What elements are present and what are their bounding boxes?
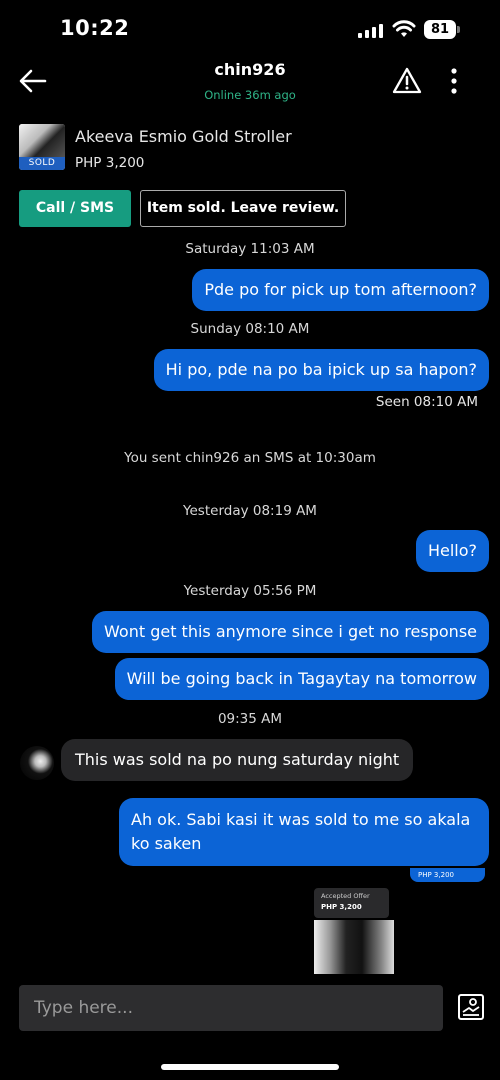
accepted-offer-card[interactable]: Accepted Offer PHP 3,200 [314, 888, 389, 918]
listing-summary[interactable]: SOLD Akeeva Esmio Gold Stroller PHP 3,20… [19, 124, 489, 174]
timestamp-label: 09:35 AM [217, 711, 283, 727]
timestamp-label: Yesterday 08:19 AM [183, 503, 317, 519]
online-status: Online 36m ago [204, 88, 296, 102]
listing-price: PHP 3,200 [75, 155, 145, 171]
message-composer [19, 985, 443, 1031]
message-input[interactable] [19, 985, 443, 1031]
leave-review-button[interactable]: Item sold. Leave review. [140, 190, 346, 227]
call-sms-button[interactable]: Call / SMS [19, 190, 131, 227]
outgoing-message[interactable]: Will be going back in Tagaytay na tomorr… [114, 658, 489, 700]
warning-triangle-icon[interactable] [392, 66, 422, 96]
outgoing-message[interactable]: Hi po, pde na po ba ipick up sa hapon? [153, 349, 489, 391]
outgoing-message[interactable]: Pde po for pick up tom afternoon? [192, 269, 489, 311]
listing-thumbnail: SOLD [19, 124, 65, 170]
listing-title: Akeeva Esmio Gold Stroller [75, 127, 292, 146]
offer-strip: PHP 3,200 [410, 868, 485, 882]
outgoing-message[interactable]: Hello? [415, 530, 489, 572]
accepted-offer-price: PHP 3,200 [321, 903, 362, 911]
wifi-icon [392, 20, 416, 37]
accepted-offer-label: Accepted Offer [321, 892, 370, 900]
image-upload-icon[interactable] [456, 992, 486, 1022]
sms-system-notice: You sent chin926 an SMS at 10:30am [124, 450, 376, 466]
incoming-message[interactable]: This was sold na po nung saturday night [61, 739, 414, 781]
timestamp-label: Yesterday 05:56 PM [183, 583, 317, 599]
timestamp-label: Saturday 11:03 AM [185, 241, 315, 257]
battery-tip [457, 26, 460, 33]
sold-badge: SOLD [19, 157, 65, 170]
timestamp-label: Sunday 08:10 AM [190, 321, 310, 337]
more-vertical-icon[interactable] [444, 66, 464, 96]
chat-username[interactable]: chin926 [0, 60, 500, 79]
seen-receipt: Seen 08:10 AM [375, 394, 478, 410]
cellular-signal-icon [358, 24, 383, 38]
home-indicator[interactable] [161, 1064, 339, 1070]
chat-header: chin926 Online 36m ago [0, 56, 500, 112]
stroller-image [19, 124, 65, 158]
battery-icon: 81 [424, 20, 456, 39]
status-time: 10:22 [60, 16, 130, 40]
outgoing-message[interactable]: Ah ok. Sabi kasi it was sold to me so ak… [119, 798, 489, 866]
outgoing-message[interactable]: Wont get this anymore since i get no res… [92, 611, 489, 653]
avatar[interactable] [20, 746, 54, 780]
offer-photo[interactable] [314, 920, 394, 974]
status-bar: 10:22 81 [0, 0, 500, 60]
